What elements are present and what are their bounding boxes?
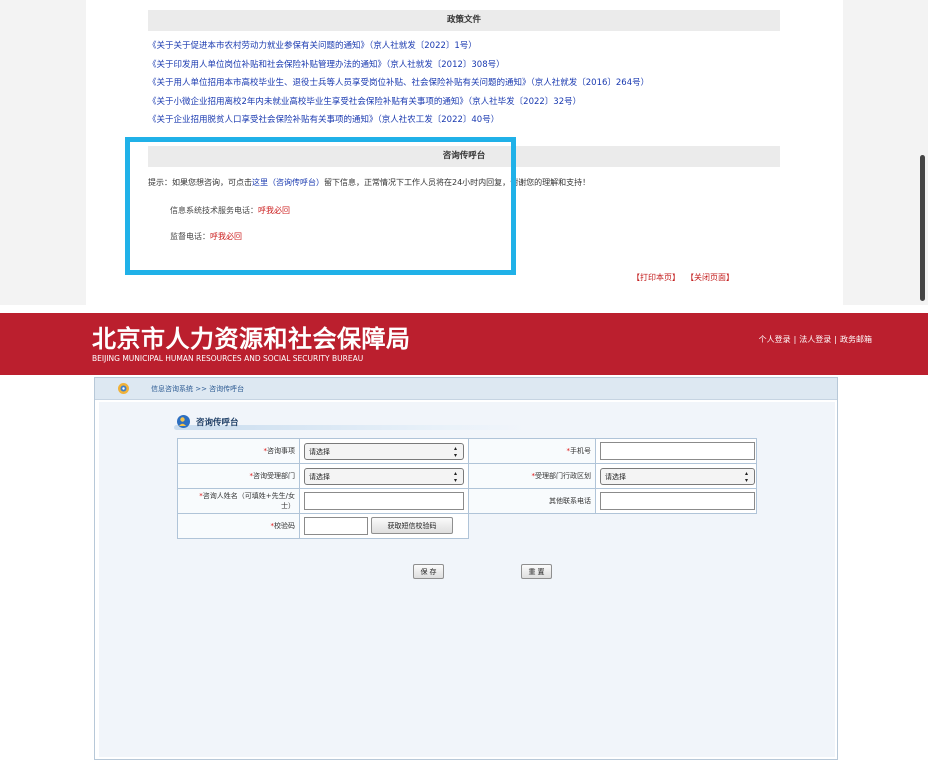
- policy-page: 政策文件 《关于关于促进本市农村劳动力就业参保有关问题的通知》（京人社就发〔20…: [0, 0, 928, 305]
- phone-label-cell: *手机号: [468, 438, 596, 464]
- form-section-header: 咨询传呼台: [174, 414, 524, 432]
- table-row: *咨询事项 请选择 *手机号: [177, 438, 757, 464]
- consult-item-cell: 请选择: [299, 438, 469, 464]
- form-title: 咨询传呼台: [196, 418, 239, 428]
- highlight-box: [125, 137, 516, 275]
- consult-form-frame: 信息咨询系统 >> 咨询传呼台 咨询传呼台 *咨询事项 请选择 *手机号 *咨询…: [94, 377, 838, 760]
- get-sms-code-button[interactable]: 获取短信校验码: [371, 517, 453, 534]
- consult-item-select[interactable]: 请选择: [304, 442, 464, 460]
- site-title: 北京市人力资源和社会保障局: [92, 325, 411, 353]
- list-item: 《关于用人单位招用本市高校毕业生、退役士兵等人员享受岗位补贴、社会保险补贴有关问…: [148, 74, 649, 93]
- list-item: 《关于印发用人单位岗位补贴和社会保险补贴管理办法的通知》（京人社就发〔2012〕…: [148, 56, 649, 75]
- captcha-input[interactable]: [304, 517, 368, 535]
- district-label-cell: *受理部门行政区划: [468, 463, 596, 489]
- district-select[interactable]: 请选择: [600, 467, 755, 485]
- district-cell: 请选择: [595, 463, 757, 489]
- scrollbar-thumb[interactable]: [920, 155, 925, 301]
- form-body: 咨询传呼台 *咨询事项 请选择 *手机号 *咨询受理部门 请选择 *受理部门行政…: [99, 402, 835, 757]
- save-button[interactable]: 保 存: [413, 564, 444, 579]
- policy-link[interactable]: 《关于印发用人单位岗位补贴和社会保险补贴管理办法的通知》（京人社就发〔2012〕…: [148, 60, 505, 70]
- other-phone-label: 其他联系电话: [549, 497, 591, 505]
- separator: |: [834, 335, 837, 344]
- captcha-cell: 获取短信校验码: [299, 513, 469, 539]
- consult-item-label-cell: *咨询事项: [177, 438, 300, 464]
- other-phone-label-cell: 其他联系电话: [468, 488, 596, 514]
- site-subtitle: BEIJING MUNICIPAL HUMAN RESOURCES AND SO…: [92, 354, 364, 363]
- header-links: 个人登录 | 法人登录 | 政务邮箱: [759, 334, 872, 345]
- list-item: 《关于企业招用脱贫人口享受社会保险补贴有关事项的通知》（京人社农工发〔2022〕…: [148, 111, 649, 130]
- policy-link[interactable]: 《关于企业招用脱贫人口享受社会保险补贴有关事项的通知》（京人社农工发〔2022〕…: [148, 115, 499, 125]
- home-icon: [118, 383, 129, 394]
- site-header: 北京市人力资源和社会保障局 BEIJING MUNICIPAL HUMAN RE…: [0, 313, 928, 375]
- phone-input[interactable]: [600, 442, 755, 460]
- captcha-label: 校验码: [274, 522, 295, 530]
- policy-link[interactable]: 《关于用人单位招用本市高校毕业生、退役士兵等人员享受岗位补贴、社会保险补贴有关问…: [148, 78, 649, 88]
- list-item: 《关于小微企业招用离校2年内未就业高校毕业生享受社会保险补贴有关事项的通知》（京…: [148, 93, 649, 112]
- phone-label: 手机号: [570, 447, 591, 455]
- policy-link[interactable]: 《关于小微企业招用离校2年内未就业高校毕业生享受社会保险补贴有关事项的通知》（京…: [148, 97, 581, 107]
- user-globe-icon: [177, 415, 190, 428]
- print-page-link[interactable]: 【打印本页】: [632, 273, 680, 282]
- name-label: *咨询人姓名（可填姓+先生/女 士）: [199, 491, 295, 511]
- table-row: *咨询人姓名（可填姓+先生/女 士） 其他联系电话: [177, 488, 757, 514]
- corporate-login-link[interactable]: 法人登录: [799, 335, 831, 344]
- consult-form-table: *咨询事项 请选择 *手机号 *咨询受理部门 请选择 *受理部门行政区划 请选择…: [177, 438, 757, 539]
- list-item: 《关于关于促进本市农村劳动力就业参保有关问题的通知》（京人社就发〔2022〕1号…: [148, 37, 649, 56]
- policy-section-title: 政策文件: [148, 10, 780, 31]
- breadcrumb: 信息咨询系统 >> 咨询传呼台: [151, 385, 245, 393]
- other-phone-input[interactable]: [600, 492, 755, 510]
- policy-link[interactable]: 《关于关于促进本市农村劳动力就业参保有关问题的通知》（京人社就发〔2022〕1号…: [148, 41, 477, 51]
- name-label-line1: 咨询人姓名（可填姓+先生/女: [202, 492, 295, 500]
- dept-label-cell: *咨询受理部门: [177, 463, 300, 489]
- gov-mail-link[interactable]: 政务邮箱: [840, 335, 872, 344]
- name-cell: [299, 488, 469, 514]
- dept-select[interactable]: 请选择: [304, 467, 464, 485]
- name-input[interactable]: [304, 492, 464, 510]
- policy-list: 《关于关于促进本市农村劳动力就业参保有关问题的通知》（京人社就发〔2022〕1号…: [148, 37, 649, 130]
- reset-button[interactable]: 重 置: [521, 564, 552, 579]
- table-row: *咨询受理部门 请选择 *受理部门行政区划 请选择: [177, 463, 757, 489]
- other-phone-cell: [595, 488, 757, 514]
- captcha-label-cell: *校验码: [177, 513, 300, 539]
- consult-item-label: 咨询事项: [267, 447, 295, 455]
- table-row: *校验码 获取短信校验码: [177, 513, 757, 539]
- close-page-link[interactable]: 【关闭页面】: [690, 273, 734, 282]
- page-actions: 【打印本页】 【关闭页面】: [632, 272, 744, 283]
- name-label-line2: 士）: [281, 502, 295, 510]
- personal-login-link[interactable]: 个人登录: [759, 335, 791, 344]
- dept-label: 咨询受理部门: [253, 472, 295, 480]
- breadcrumb-bar: 信息咨询系统 >> 咨询传呼台: [95, 378, 837, 400]
- district-label: 受理部门行政区划: [535, 472, 591, 480]
- separator: |: [793, 335, 797, 344]
- name-label-cell: *咨询人姓名（可填姓+先生/女 士）: [177, 488, 300, 514]
- phone-cell: [595, 438, 757, 464]
- dept-cell: 请选择: [299, 463, 469, 489]
